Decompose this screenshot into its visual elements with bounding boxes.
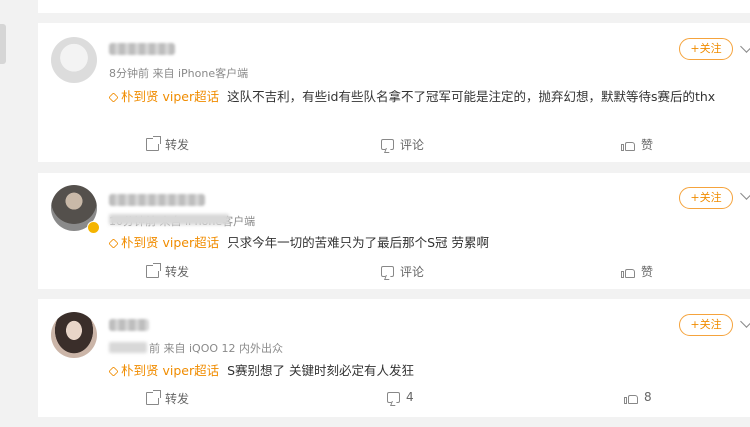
- username-blurred[interactable]: [109, 43, 175, 55]
- share-icon: [146, 136, 161, 151]
- comment-content: 朴到贤 viper超话 这队不吉利，有些id有些队名拿不了冠军可能是注定的，抛弃…: [108, 85, 738, 109]
- super-topic-label: 朴到贤 viper超话: [121, 89, 220, 104]
- comment-card: 8分钟前 来自 iPhone客户端 +关注 朴到贤 viper超话 这队不吉利，…: [38, 23, 750, 162]
- share-label: 转发: [165, 265, 190, 279]
- comment-text: 这队不吉利，有些id有些队名拿不了冠军可能是注定的，抛弃幻想，默默等待s赛后的t…: [227, 89, 716, 104]
- comment-source: 来自 iQOO 12 内外出众: [163, 342, 284, 355]
- comment-source: 来自 iPhone客户端: [152, 67, 249, 80]
- comment-icon: [381, 266, 394, 277]
- action-bar: 转发 4 8: [38, 390, 750, 412]
- comment-button[interactable]: 4: [387, 390, 414, 404]
- like-button[interactable]: 8: [624, 390, 652, 404]
- super-topic-link[interactable]: 朴到贤 viper超话: [108, 89, 220, 104]
- super-topic-label: 朴到贤 viper超话: [121, 363, 220, 378]
- follow-button[interactable]: +关注: [679, 314, 733, 336]
- share-button[interactable]: 转发: [146, 263, 189, 280]
- comment-meta: 前 来自 iQOO 12 内外出众: [149, 340, 283, 356]
- meta-blur-overlay: [109, 342, 147, 353]
- verified-badge-icon: [87, 221, 100, 234]
- super-topic-link[interactable]: 朴到贤 viper超话: [108, 363, 220, 378]
- comment-text: 只求今年一切的苦难只为了最后那个S冠 劳累啊: [227, 235, 489, 250]
- share-label: 转发: [165, 138, 190, 152]
- like-label: 赞: [641, 265, 654, 279]
- chevron-down-icon[interactable]: [740, 315, 750, 328]
- previous-comment-card: [38, 0, 750, 13]
- comment-label: 评论: [400, 138, 425, 152]
- like-label: 赞: [641, 138, 654, 152]
- share-button[interactable]: 转发: [146, 136, 189, 153]
- follow-button[interactable]: +关注: [679, 187, 733, 209]
- comment-time: 前: [149, 342, 160, 355]
- scrollbar-indicator[interactable]: [0, 24, 6, 64]
- comment-meta: 8分钟前 来自 iPhone客户端: [109, 65, 248, 81]
- follow-button[interactable]: +关注: [679, 38, 733, 60]
- like-count: 8: [644, 390, 652, 404]
- avatar[interactable]: [51, 312, 97, 358]
- username-blurred[interactable]: [109, 319, 149, 331]
- super-topic-icon: [108, 366, 119, 377]
- action-bar: 转发 评论 赞: [38, 263, 750, 285]
- comment-icon: [387, 391, 400, 403]
- avatar[interactable]: [51, 37, 97, 83]
- thumbs-up-icon: [624, 391, 638, 404]
- super-topic-icon: [108, 238, 119, 249]
- comment-button[interactable]: 评论: [381, 136, 424, 153]
- comment-label: 评论: [400, 265, 425, 279]
- share-label: 转发: [165, 392, 190, 406]
- super-topic-icon: [108, 92, 119, 103]
- super-topic-label: 朴到贤 viper超话: [121, 235, 220, 250]
- thumbs-up-icon: [621, 265, 635, 278]
- comment-count: 4: [406, 390, 414, 404]
- thumbs-up-icon: [621, 138, 635, 151]
- comment-text: S赛别想了 关键时刻必定有人发狂: [227, 363, 414, 378]
- like-button[interactable]: 赞: [621, 136, 653, 153]
- chevron-down-icon[interactable]: [740, 187, 750, 200]
- comment-card: 前 来自 iQOO 12 内外出众 +关注 朴到贤 viper超话 S赛别想了 …: [38, 299, 750, 417]
- comment-content: 朴到贤 viper超话 只求今年一切的苦难只为了最后那个S冠 劳累啊: [108, 231, 738, 255]
- super-topic-link[interactable]: 朴到贤 viper超话: [108, 235, 220, 250]
- like-button[interactable]: 赞: [621, 263, 653, 280]
- comment-button[interactable]: 评论: [381, 263, 424, 280]
- comment-card: 10分钟前 来自 iPhone客户端 +关注 朴到贤 viper超话 只求今年一…: [38, 173, 750, 289]
- meta-blur-overlay: [109, 214, 229, 225]
- action-bar: 转发 评论 赞: [38, 136, 750, 158]
- share-icon: [146, 390, 161, 405]
- comment-content: 朴到贤 viper超话 S赛别想了 关键时刻必定有人发狂: [108, 359, 738, 383]
- share-icon: [146, 263, 161, 278]
- comment-icon: [381, 139, 394, 150]
- comment-time: 8分钟前: [109, 67, 149, 80]
- chevron-down-icon[interactable]: [740, 40, 750, 53]
- username-blurred[interactable]: [109, 194, 205, 206]
- share-button[interactable]: 转发: [146, 390, 189, 407]
